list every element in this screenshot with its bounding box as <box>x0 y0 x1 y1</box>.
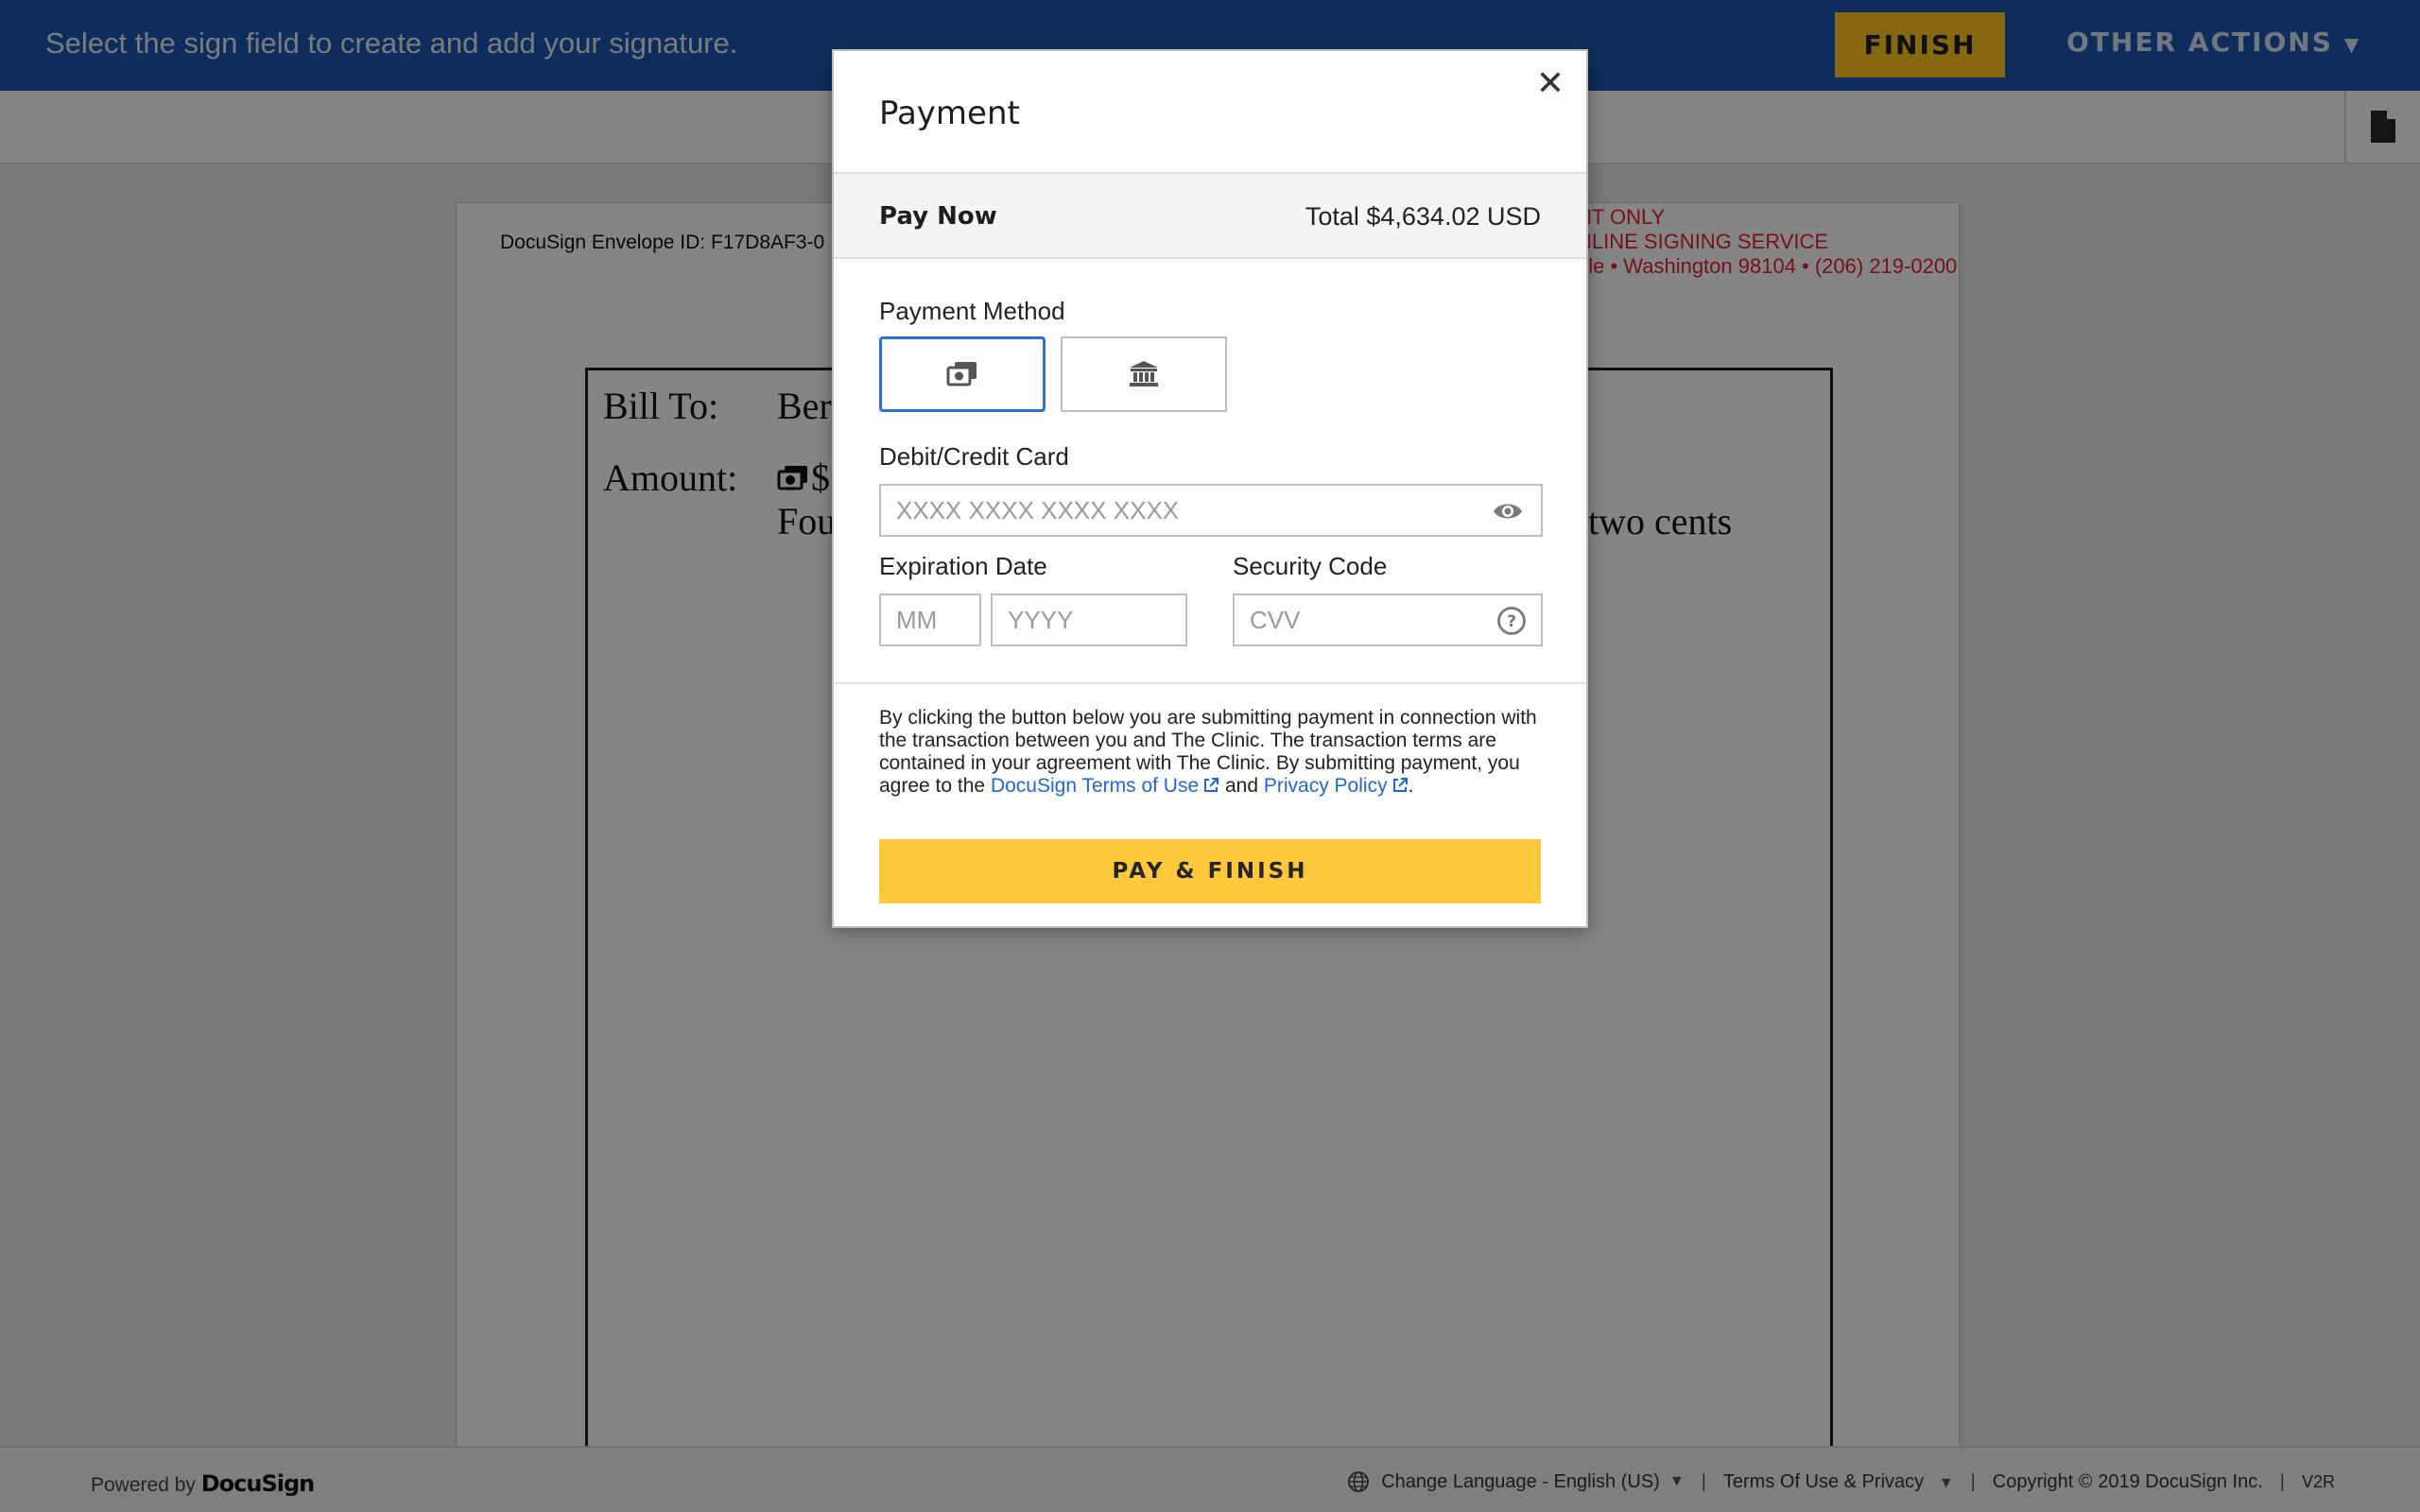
expiration-month-input[interactable] <box>879 593 981 646</box>
pay-and-finish-button[interactable]: PAY & FINISH <box>879 839 1541 903</box>
terms-notice: By clicking the button below you are sub… <box>879 707 1545 798</box>
expiration-date-label: Expiration Date <box>879 552 1047 580</box>
docusign-terms-link-label: DocuSign Terms of Use <box>990 775 1200 797</box>
docusign-terms-link[interactable]: DocuSign Terms of Use <box>991 775 1219 797</box>
money-icon <box>946 362 977 387</box>
svg-text:?: ? <box>1507 612 1516 631</box>
card-number-input[interactable] <box>879 484 1543 537</box>
terms-and: and <box>1224 775 1259 797</box>
pay-now-bar: Pay Now Total $4,634.02 USD <box>834 172 1586 259</box>
total-amount: Total $4,634.02 USD <box>1305 202 1541 231</box>
pay-now-label: Pay Now <box>879 202 997 231</box>
card-method-button[interactable] <box>879 336 1046 412</box>
external-link-icon <box>1204 778 1219 792</box>
card-number-label: Debit/Credit Card <box>879 442 1069 471</box>
payment-dialog: Payment ✕ Pay Now Total $4,634.02 USD Pa… <box>832 49 1588 928</box>
bank-icon <box>1130 361 1158 387</box>
help-icon[interactable]: ? <box>1495 605 1528 637</box>
expiration-year-input[interactable] <box>991 593 1187 646</box>
privacy-policy-link[interactable]: Privacy Policy <box>1264 775 1409 797</box>
dialog-title: Payment <box>879 94 1020 132</box>
close-icon[interactable]: ✕ <box>1531 64 1569 103</box>
external-link-icon <box>1392 778 1408 792</box>
privacy-policy-link-label: Privacy Policy <box>1263 775 1388 797</box>
divider <box>834 682 1586 684</box>
terms-period: . <box>1408 775 1414 797</box>
payment-method-label: Payment Method <box>879 297 1065 325</box>
bank-method-button[interactable] <box>1061 336 1227 412</box>
eye-icon[interactable] <box>1492 495 1524 527</box>
security-code-label: Security Code <box>1233 552 1388 580</box>
